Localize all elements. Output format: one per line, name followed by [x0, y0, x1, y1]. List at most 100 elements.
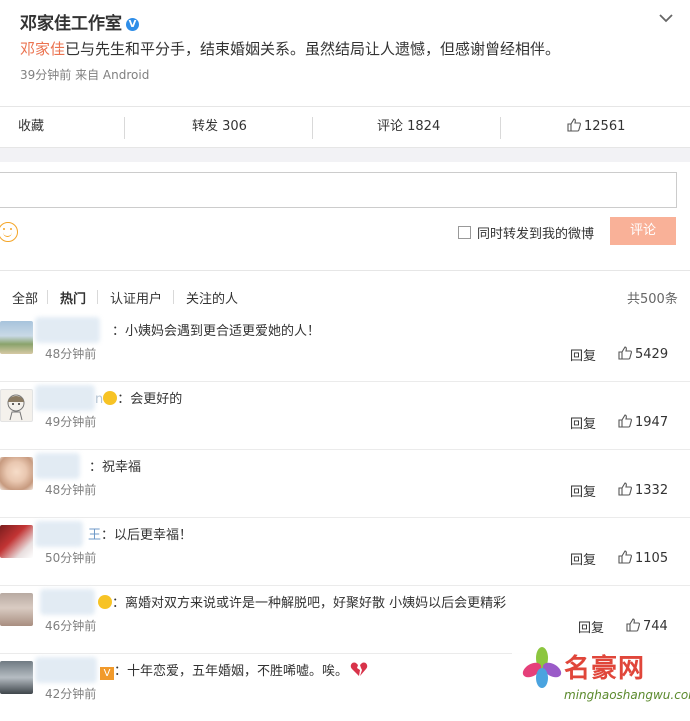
avatar[interactable]	[0, 661, 33, 694]
chevron-down-icon[interactable]	[658, 10, 674, 26]
emoji-icon	[98, 595, 112, 609]
like-count: 12561	[584, 119, 626, 134]
avatar[interactable]	[0, 321, 33, 354]
comment-like-count: 1332	[635, 483, 669, 498]
reply-button[interactable]: 回复	[570, 413, 596, 432]
comment-tab-button[interactable]: 评论 1824	[377, 107, 440, 147]
comment-like-button[interactable]: 5429	[618, 346, 668, 362]
emoji-icon[interactable]	[0, 222, 18, 242]
thumbs-up-icon	[618, 550, 632, 564]
reply-button[interactable]: 回复	[570, 481, 596, 500]
filter-divider	[0, 270, 690, 271]
comment-like-button[interactable]: 1947	[618, 414, 668, 430]
reply-button[interactable]: 回复	[570, 549, 596, 568]
comment-total: 共500条	[627, 292, 678, 307]
comment-like-button[interactable]: 1105	[618, 550, 668, 566]
thumbs-up-icon	[626, 618, 640, 632]
toolbar-divider	[312, 117, 313, 139]
comment-row: ：祝幸福 48分钟前 回复 1332	[0, 449, 690, 518]
vip-badge-icon: V	[100, 667, 114, 680]
comment-time: 42分钟前	[45, 687, 97, 701]
like-button[interactable]: 12561	[567, 107, 625, 147]
repost-checkbox-label[interactable]: 同时转发到我的微博	[477, 223, 594, 242]
comment-time: 49分钟前	[45, 415, 97, 429]
username-redacted[interactable]	[40, 589, 95, 615]
username-redacted[interactable]	[35, 385, 95, 411]
comment-time: 50分钟前	[45, 551, 97, 565]
thumbs-up-icon	[567, 118, 581, 132]
filter-following[interactable]: 关注的人	[186, 288, 238, 307]
comment-row: ：小姨妈会遇到更合适更爱她的人！ 48分钟前 回复 5429	[0, 313, 690, 382]
comment-body: ：小姨妈会遇到更合适更爱她的人！	[112, 324, 321, 339]
username-redacted[interactable]	[35, 453, 80, 479]
broken-heart-icon	[350, 662, 368, 676]
filter-all[interactable]: 全部	[12, 288, 38, 307]
thumbs-up-icon	[618, 346, 632, 360]
comment-time: 48分钟前	[45, 483, 97, 497]
filter-verified[interactable]: 认证用户	[110, 288, 162, 307]
username-redacted[interactable]	[35, 521, 83, 547]
comment-text: ：祝幸福	[89, 456, 141, 475]
comment-time: 48分钟前	[45, 347, 97, 361]
comment-body: ：会更好的	[117, 392, 183, 407]
filter-separator	[97, 290, 98, 304]
comment-like-count: 5429	[635, 347, 669, 362]
toolbar-divider	[500, 117, 501, 139]
comment-body: ：离婚对双方来说或许是一种解脱吧，好聚好散 小姨妈以后会更精彩	[112, 596, 507, 611]
watermark-url: minghaoshangwu.com	[564, 688, 690, 702]
comment-time: 46分钟前	[45, 619, 97, 633]
avatar[interactable]	[0, 389, 33, 422]
emoji-icon	[103, 391, 118, 405]
comment-text: n ：会更好的	[95, 388, 182, 407]
post-time[interactable]: 39分钟前	[20, 68, 71, 82]
comment-like-count: 744	[643, 619, 668, 634]
favorite-button[interactable]: 收藏	[18, 107, 44, 147]
comment-text: ：小姨妈会遇到更合适更爱她的人！	[112, 320, 320, 339]
repost-button[interactable]: 转发 306	[192, 107, 247, 147]
comment-text: V ：十年恋爱，五年婚姻，不胜唏嘘。唉。	[100, 660, 368, 680]
username-redacted[interactable]	[35, 317, 100, 343]
post-author[interactable]: 邓家佳工作室 V	[20, 9, 139, 34]
comment-body: ：祝幸福	[89, 460, 142, 475]
comment-body: ：十年恋爱，五年婚姻，不胜唏嘘。唉。	[114, 664, 349, 679]
avatar[interactable]	[0, 525, 33, 558]
comment-body: ：以后更幸福！	[101, 528, 193, 543]
comment-text: ：离婚对双方来说或许是一种解脱吧，好聚好散 小姨妈以后会更精彩	[98, 592, 506, 611]
watermark-title: 名豪网	[564, 654, 646, 684]
username-redacted[interactable]	[35, 657, 97, 683]
filter-hot[interactable]: 热门	[60, 288, 86, 307]
comment-input[interactable]	[0, 172, 677, 208]
comment-like-count: 1947	[635, 415, 669, 430]
comment-like-count: 1105	[635, 551, 669, 566]
toolbar-divider	[124, 117, 125, 139]
section-divider	[0, 148, 690, 162]
comment-like-button[interactable]: 744	[626, 618, 668, 634]
flower-logo-icon	[522, 647, 562, 688]
cartoon-face-icon	[7, 394, 25, 421]
comment-text: 王：以后更幸福！	[88, 524, 192, 543]
watermark: 名豪网 minghaoshangwu.com	[512, 638, 690, 714]
comment-like-button[interactable]: 1332	[618, 482, 668, 498]
comment-row: n ：会更好的 49分钟前 回复 1947	[0, 381, 690, 450]
post-toolbar: 收藏 转发 306 评论 1824 12561	[0, 106, 690, 148]
avatar[interactable]	[0, 457, 33, 490]
repost-checkbox[interactable]	[458, 226, 471, 239]
filter-separator	[47, 290, 48, 304]
post-author-name[interactable]: 邓家佳工作室	[20, 14, 122, 34]
post-source: 来自 Android	[75, 68, 150, 82]
post-text: 已与先生和平分手，结束婚姻关系。虽然结局让人遗憾，但感谢曾经相伴。	[65, 40, 561, 58]
post-mention[interactable]: 邓家佳	[20, 40, 65, 58]
username-tail[interactable]: 王	[88, 528, 101, 543]
comment-row: 王：以后更幸福！ 50分钟前 回复 1105	[0, 517, 690, 586]
reply-button[interactable]: 回复	[570, 345, 596, 364]
verified-icon: V	[126, 18, 139, 31]
thumbs-up-icon	[618, 482, 632, 496]
comment-submit-button[interactable]: 评论	[610, 217, 676, 245]
filter-separator	[173, 290, 174, 304]
post-meta: 39分钟前 来自 Android	[20, 66, 149, 83]
avatar[interactable]	[0, 593, 33, 626]
post-content: 邓家佳已与先生和平分手，结束婚姻关系。虽然结局让人遗憾，但感谢曾经相伴。	[20, 38, 560, 59]
username-tail[interactable]: n	[95, 392, 103, 407]
reply-button[interactable]: 回复	[578, 617, 604, 636]
thumbs-up-icon	[618, 414, 632, 428]
